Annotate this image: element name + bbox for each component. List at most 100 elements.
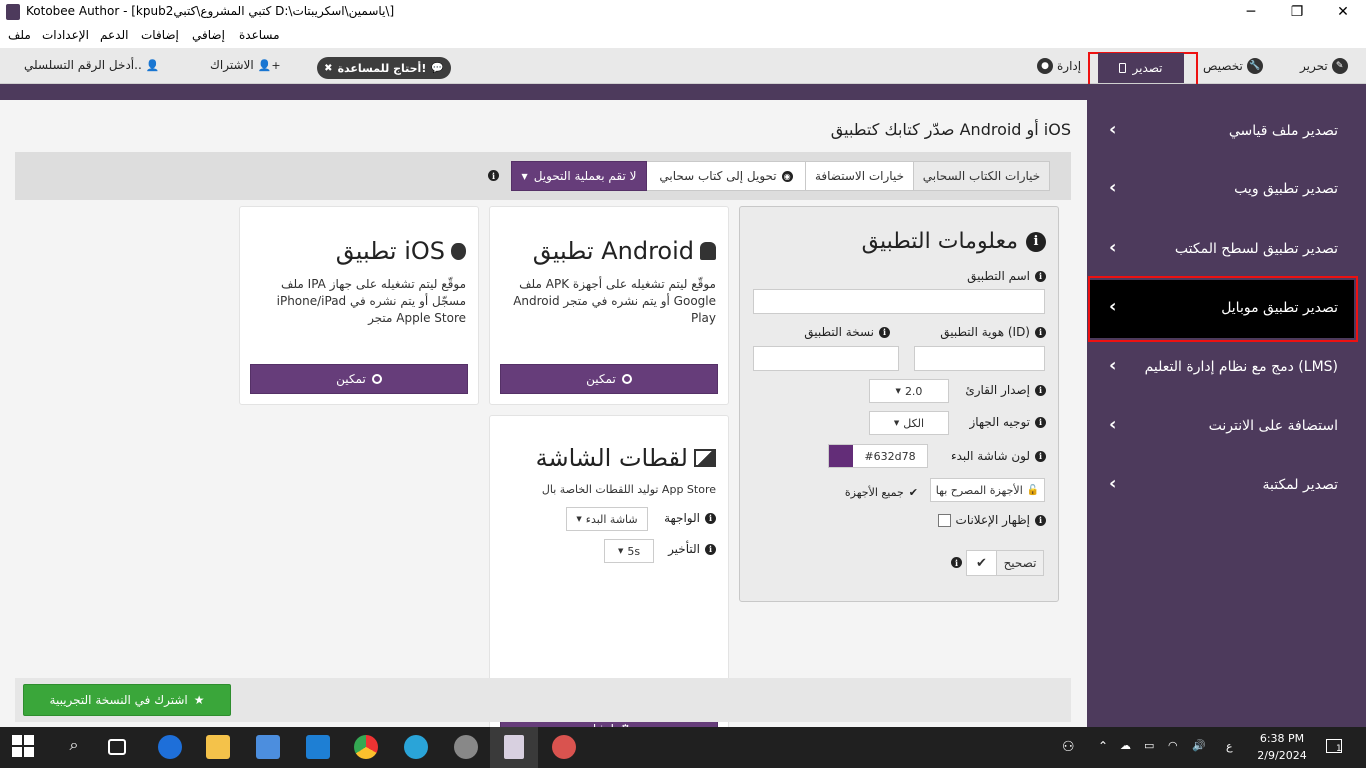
check-icon: ✔: [908, 486, 918, 499]
tab-edit[interactable]: تحرير ✎: [1300, 58, 1348, 74]
menu-settings[interactable]: الإعدادات: [42, 28, 89, 42]
chrome-icon[interactable]: [354, 735, 378, 759]
tab-export[interactable]: تصدير: [1098, 53, 1184, 83]
windows-start-icon[interactable]: [12, 735, 34, 757]
mail-icon[interactable]: [306, 735, 330, 759]
info-icon[interactable]: i: [705, 543, 716, 555]
trial-subscribe-button[interactable]: اشترك في النسخة التجريبية ★: [23, 684, 231, 716]
splash-color-picker[interactable]: #632d78: [828, 444, 928, 468]
android-icon: [700, 242, 716, 260]
task-view-icon[interactable]: [108, 739, 126, 755]
menu-bar: ملف الإعدادات الدعم إضافات إضافي مساعدة: [0, 24, 1366, 48]
menu-help[interactable]: مساعدة: [239, 28, 280, 42]
input-language[interactable]: ع: [1226, 740, 1233, 753]
ios-enable-button[interactable]: تمكين: [250, 364, 468, 394]
sidebar-item-lms[interactable]: دمج مع نظام إدارة التعليم (LMS) ‹: [1087, 338, 1366, 396]
header-divider: [0, 84, 1366, 100]
app-id-input[interactable]: [914, 346, 1045, 371]
edge-icon[interactable]: [404, 735, 428, 759]
tab-cloud-options[interactable]: خيارات الكتاب السحابي: [913, 161, 1050, 191]
info-icon[interactable]: i: [1035, 514, 1046, 526]
store-icon[interactable]: [256, 735, 280, 759]
info-icon[interactable]: i: [1035, 450, 1046, 462]
tab-hosting-options[interactable]: خيارات الاستضافة: [805, 161, 914, 191]
menu-extra[interactable]: إضافي: [192, 28, 225, 42]
app-version-input[interactable]: [753, 346, 899, 371]
menu-support[interactable]: الدعم: [100, 28, 128, 42]
app-name-label-row: اسم التطبيق i: [967, 269, 1046, 283]
user-icon: 👤: [145, 58, 160, 72]
reader-version-label-row: إصدار القارئ i: [965, 383, 1046, 397]
sidebar-item-desktop-app[interactable]: تصدير تطبيق لسطح المكتب ‹: [1087, 220, 1366, 278]
edge-legacy-icon[interactable]: [158, 735, 182, 759]
info-icon[interactable]: i: [879, 326, 890, 338]
sidebar-item-library[interactable]: تصدير لمكتبة ‹: [1087, 456, 1366, 514]
android-description: ملف APK موقّع ليتم تشغيله على أجهزة Andr…: [513, 277, 716, 325]
chevron-left-icon: ‹: [1109, 237, 1117, 258]
show-ads-checkbox[interactable]: [937, 513, 951, 527]
export-sidebar: تصدير ملف قياسي ‹ تصدير تطبيق ويب ‹ تصدي…: [1087, 100, 1366, 727]
info-icon[interactable]: i: [951, 557, 962, 568]
tab-customize[interactable]: تخصيص 🔧: [1203, 58, 1263, 74]
window-title: Kotobee Author - [kpub2كتبي المشروع\كتبي…: [26, 4, 395, 18]
sidebar-item-mobile-app[interactable]: تصدير تطبيق موبايل ‹: [1087, 276, 1366, 338]
debug-toggle[interactable]: ✔ تصحيح: [966, 550, 1044, 576]
file-explorer-icon[interactable]: [206, 735, 230, 759]
orientation-select[interactable]: ▼ الكل: [869, 411, 949, 435]
export-label: تصدير: [1132, 61, 1163, 75]
chevron-up-icon[interactable]: ⌃: [1098, 739, 1108, 753]
close-button[interactable]: ✕: [1320, 0, 1366, 24]
sidebar-item-hosting[interactable]: استضافة على الانترنت ‹: [1087, 397, 1366, 455]
wifi-icon[interactable]: ◠: [1168, 739, 1178, 752]
menu-plugins[interactable]: إضافات: [141, 28, 179, 42]
orientation-label-row: توجيه الجهاز i: [969, 415, 1046, 429]
kotobee-taskbar-active[interactable]: [490, 727, 538, 768]
color-swatch[interactable]: [829, 445, 853, 467]
info-icon[interactable]: i: [1035, 416, 1046, 428]
people-icon[interactable]: ⚇: [1062, 739, 1075, 755]
ios-title: تطبيق iOS: [335, 237, 445, 265]
no-convert-dropdown[interactable]: ▼ لا تقم بعملية التحويل: [511, 161, 647, 191]
info-icon[interactable]: i: [705, 512, 716, 524]
splash-color-value[interactable]: #632d78: [853, 445, 927, 467]
info-icon[interactable]: i: [488, 170, 499, 181]
info-icon[interactable]: i: [1035, 270, 1046, 282]
battery-icon[interactable]: ▭: [1144, 739, 1154, 752]
windows-taskbar: ⌕ ⚇ ⌃ ☁ ▭ ◠ 🔊 ع 6:38 PM 2/9/2024 1: [0, 727, 1366, 768]
android-card: تطبيق Android ملف APK موقّع ليتم تشغيله …: [489, 206, 729, 405]
app-name-input[interactable]: [753, 289, 1045, 314]
face-value: شاشة البدء: [585, 512, 638, 526]
volume-icon[interactable]: 🔊: [1192, 739, 1206, 752]
minimize-button[interactable]: ─: [1228, 0, 1274, 24]
clock-date[interactable]: 2/9/2024: [1254, 749, 1310, 762]
notification-icon[interactable]: 1: [1326, 739, 1342, 754]
menu-file[interactable]: ملف: [8, 28, 31, 42]
delay-select[interactable]: ▼ 5s: [604, 539, 654, 563]
help-button[interactable]: ✖ أحتاج للمساعدة! 💬: [317, 57, 451, 79]
recorder-icon[interactable]: [454, 735, 478, 759]
chevron-left-icon: ‹: [1109, 473, 1117, 494]
clock-time[interactable]: 6:38 PM: [1254, 732, 1310, 745]
sidebar-item-label: تصدير لمكتبة: [1262, 477, 1338, 493]
chevron-left-icon: ‹: [1109, 414, 1117, 435]
subscribe-link[interactable]: الاشتراك 👤+: [210, 58, 281, 72]
sidebar-item-web-app[interactable]: تصدير تطبيق ويب ‹: [1087, 160, 1366, 218]
sidebar-item-label: تصدير ملف قياسي: [1228, 123, 1338, 139]
close-circle-icon: ✖: [324, 62, 333, 74]
convert-cloud-button[interactable]: تحويل إلى كتاب سحابي ◉: [646, 161, 806, 191]
user-plus-icon: 👤+: [257, 58, 281, 72]
cloud-icon[interactable]: ☁: [1120, 739, 1131, 752]
face-select[interactable]: ▼ شاشة البدء: [566, 507, 648, 531]
tab-manage[interactable]: ● إدارة: [1037, 58, 1081, 74]
serial-link[interactable]: أدخل الرقم التسلسلي.. 👤: [24, 58, 159, 72]
maximize-button[interactable]: ❐: [1274, 0, 1320, 24]
ios-description: ملف IPA موقّع ليتم تشغيله على جهاز iPhon…: [276, 277, 466, 325]
reader-version-select[interactable]: ▼ 2.0: [869, 379, 949, 403]
info-icon[interactable]: i: [1035, 326, 1046, 338]
info-icon[interactable]: i: [1035, 384, 1046, 396]
paint-icon[interactable]: [552, 735, 576, 759]
sidebar-item-standard-file[interactable]: تصدير ملف قياسي ‹: [1087, 102, 1366, 160]
android-enable-button[interactable]: تمكين: [500, 364, 718, 394]
allowed-devices-button[interactable]: الأجهزة المصرح بها 🔓: [930, 478, 1045, 502]
search-icon[interactable]: ⌕: [62, 735, 86, 759]
